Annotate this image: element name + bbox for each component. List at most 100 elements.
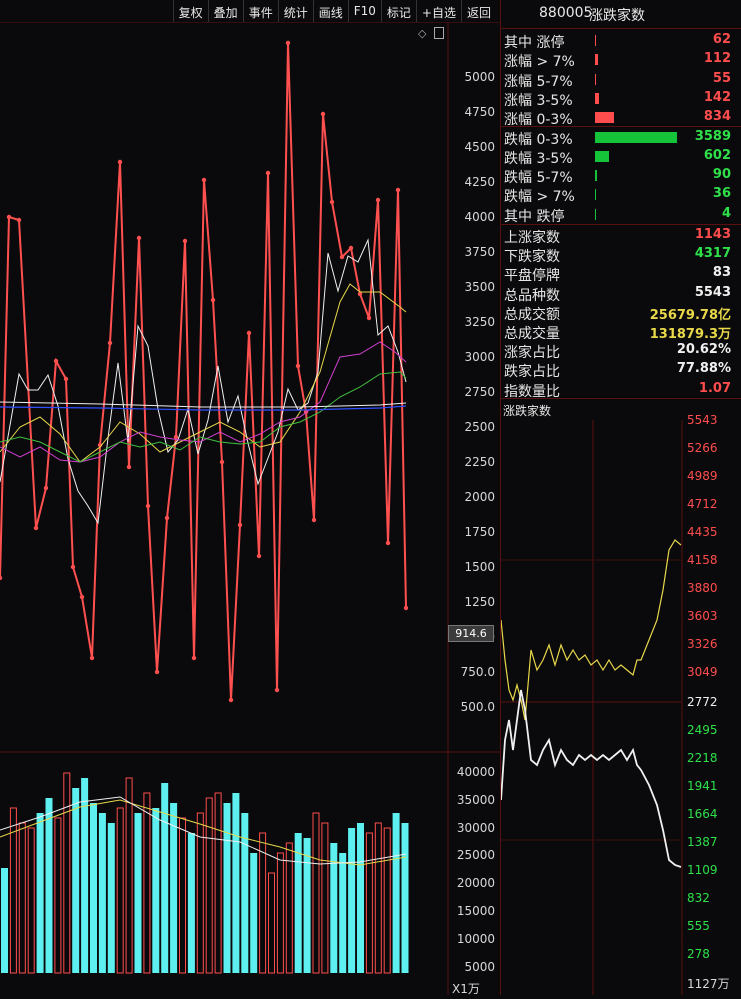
dist-row: 跌幅 3-5% 602 <box>501 147 737 167</box>
stat-value: 20.62% <box>676 342 731 358</box>
sub-axis-tick: 3326 <box>687 637 718 651</box>
dist-row: 其中 涨停 62 <box>501 31 737 51</box>
sub-axis-mid: 2772 <box>687 695 718 709</box>
toolbar-button-7[interactable]: +自选 <box>415 0 461 22</box>
chart-toolbar: 复权 叠加 事件 统计 画线 F10 标记 +自选 返回 <box>0 0 500 23</box>
dist-row: 其中 跌停 4 <box>501 205 737 225</box>
panel-title: 880005 涨跌家数 <box>501 0 741 29</box>
sub-axis-tick: 4712 <box>687 497 718 511</box>
stat-label: 总成交额 <box>504 306 560 323</box>
stat-label: 跌家占比 <box>504 364 560 381</box>
diamond-icon[interactable]: ◇ <box>418 27 426 40</box>
dist-row-bar <box>595 131 677 143</box>
stat-label: 上涨家数 <box>504 230 560 246</box>
dist-row-value: 36 <box>712 186 731 202</box>
sub-axis-tick: 4989 <box>687 469 718 483</box>
sub-axis-unit: 1127万 <box>687 977 730 991</box>
volume-tick: 35000 <box>456 792 495 807</box>
sub-axis-tick: 278 <box>687 947 710 961</box>
dist-row-value: 3589 <box>694 128 731 144</box>
index-code: 880005 <box>539 5 593 21</box>
volume-tick: 25000 <box>456 848 495 863</box>
divider <box>501 224 741 225</box>
dist-row-label: 跌幅 0-3% <box>504 131 573 148</box>
stat-value: 131879.3万 <box>649 327 731 342</box>
sub-axis-tick: 555 <box>687 919 710 933</box>
toolbar-button-3[interactable]: 统计 <box>277 0 313 22</box>
sub-axis-tick: 832 <box>687 891 710 905</box>
price-tick: 2000 <box>464 490 495 504</box>
dist-row-label: 跌幅 5-7% <box>504 170 573 187</box>
sub-chart-title: 涨跌家数 <box>503 404 552 418</box>
dist-row-label: 涨幅 > 7% <box>504 54 575 71</box>
price-tick: 3500 <box>464 280 495 294</box>
volume-tick: 5000 <box>464 959 495 974</box>
dist-row-label: 其中 涨停 <box>504 35 565 51</box>
dist-row: 涨幅 3-5% 142 <box>501 89 737 109</box>
dist-row: 涨幅 0-3% 834 <box>501 108 737 128</box>
toolbar-button-8[interactable]: 返回 <box>460 0 496 22</box>
dist-row-label: 涨幅 5-7% <box>504 73 573 90</box>
dist-row-value: 112 <box>703 51 731 67</box>
sub-axis-tick: 3049 <box>687 665 718 679</box>
price-tick: 1500 <box>464 560 495 574</box>
price-tick: 5000 <box>464 70 495 84</box>
dist-row-value: 834 <box>703 109 731 125</box>
toolbar-button-2[interactable]: 事件 <box>242 0 278 22</box>
panel-toggle-icon[interactable] <box>434 27 444 39</box>
dist-row-bar <box>595 35 596 46</box>
dist-row: 涨幅 > 7% 112 <box>501 50 737 71</box>
cursor-value-box: 914.6 <box>448 625 494 642</box>
price-tick: 750.0 <box>460 665 495 679</box>
dist-row-value: 4 <box>721 205 731 221</box>
sub-axis-tick: 1664 <box>687 807 718 821</box>
stat-row: 下跌家数 4317 <box>501 245 737 265</box>
volume-tick: 20000 <box>456 876 495 891</box>
toolbar-button-6[interactable]: 标记 <box>380 0 416 22</box>
dist-row-value: 55 <box>712 70 731 86</box>
sub-axis-tick: 4158 <box>687 553 718 567</box>
price-tick: 2750 <box>464 385 495 399</box>
toolbar-button-4[interactable]: 画线 <box>312 0 348 22</box>
dist-row-value: 602 <box>703 147 731 163</box>
stat-row: 指数量比 1.07 <box>501 380 737 400</box>
dist-row-value: 90 <box>712 167 731 183</box>
main-chart[interactable]: 5000 4750 4500 4250 4000 3750 3500 3250 3000 2750… <box>0 22 500 996</box>
dist-row-label: 跌幅 > 7% <box>504 189 575 206</box>
sub-axis-tick: 4435 <box>687 525 718 539</box>
toolbar-button-1[interactable]: 叠加 <box>207 0 243 22</box>
dist-row-bar <box>595 170 597 182</box>
volume-tick: 15000 <box>456 904 495 918</box>
volume-tick: 10000 <box>456 931 495 946</box>
price-tick: 4000 <box>464 210 495 224</box>
right-panel: 880005 涨跌家数 其中 涨停 62 涨幅 > 7% 112 涨幅 5-7% 55 涨幅… <box>500 0 741 995</box>
toolbar-button-5[interactable]: F10 <box>347 0 381 22</box>
sub-axis-tick: 3880 <box>687 581 718 595</box>
stat-row: 平盘停牌 83 <box>501 264 737 284</box>
dist-row-value: 142 <box>703 89 731 105</box>
stat-row: 总品种数 5543 <box>501 284 737 304</box>
stat-value: 83 <box>712 265 731 281</box>
price-tick: 4750 <box>464 105 495 119</box>
dist-row-bar <box>595 92 599 104</box>
price-tick: 3000 <box>464 350 495 364</box>
dist-row-bar <box>595 73 596 85</box>
volume-tick: 30000 <box>456 820 495 835</box>
divider <box>501 126 741 127</box>
volume-tick: 40000 <box>456 765 495 779</box>
dist-row: 跌幅 > 7% 36 <box>501 185 737 206</box>
dist-row-bar <box>595 112 614 124</box>
dist-row: 跌幅 0-3% 3589 <box>501 128 737 148</box>
stat-value: 5543 <box>694 284 731 300</box>
toolbar-button-0[interactable]: 复权 <box>172 0 208 22</box>
toolbar-buttons: 复权 叠加 事件 统计 画线 F10 标记 +自选 返回 <box>172 0 496 22</box>
sub-axis-tick: 5266 <box>687 441 718 455</box>
dist-row-label: 其中 跌停 <box>504 208 565 225</box>
dist-row-label: 跌幅 3-5% <box>504 150 573 167</box>
price-tick: 2250 <box>464 455 495 469</box>
stat-value: 1143 <box>694 227 731 242</box>
sub-axis-tick: 1941 <box>687 779 718 793</box>
price-tick: 4500 <box>464 140 495 154</box>
stat-value: 1.07 <box>698 380 731 396</box>
index-name: 涨跌家数 <box>589 8 645 24</box>
